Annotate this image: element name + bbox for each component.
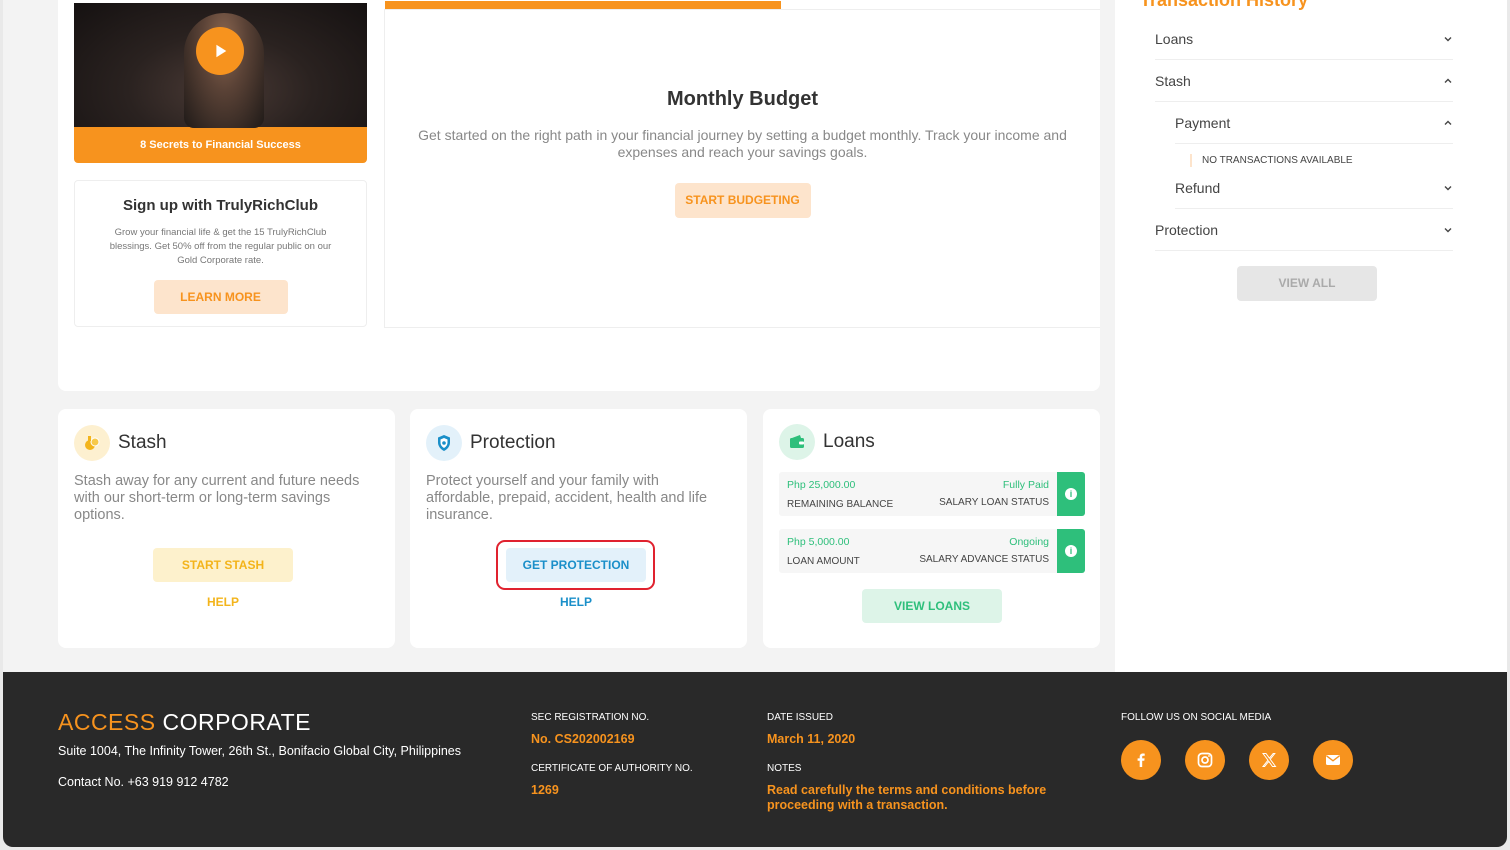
- social-label: FOLLOW US ON SOCIAL MEDIA: [1121, 712, 1272, 723]
- coa-value: 1269: [531, 783, 559, 797]
- accordion-payment[interactable]: Payment: [1175, 102, 1453, 144]
- logo-corporate: CORPORATE: [162, 709, 311, 735]
- logo-access: ACCESS: [58, 709, 156, 735]
- footer-address: Suite 1004, The Infinity Tower, 26th St.…: [58, 744, 462, 758]
- stash-card: Stash Stash away for any current and fut…: [58, 409, 395, 648]
- sec-label: SEC REGISTRATION NO.: [531, 712, 650, 723]
- x-icon[interactable]: [1249, 740, 1289, 780]
- view-all-button[interactable]: VIEW ALL: [1237, 266, 1377, 301]
- protection-title: Protection: [470, 432, 556, 453]
- accordion-label: Stash: [1155, 72, 1191, 89]
- notes-label: NOTES: [767, 763, 802, 774]
- email-icon[interactable]: [1313, 740, 1353, 780]
- signup-description: Grow your financial life & get the 15 Tr…: [109, 227, 332, 266]
- view-loans-button[interactable]: VIEW LOANS: [862, 589, 1002, 623]
- budget-description: Get started on the right path in your fi…: [418, 127, 1067, 160]
- monthly-budget-card: Monthly Budget Get started on the right …: [384, 1, 1100, 328]
- chevron-down-icon: [1444, 227, 1452, 232]
- sec-value: No. CS202002169: [531, 732, 635, 746]
- loan-status: Fully Paid: [1002, 479, 1049, 491]
- loans-title: Loans: [823, 431, 875, 452]
- stash-help-link[interactable]: HELP: [153, 595, 293, 609]
- loans-card: Loans Php 25,000.00 REMAINING BALANCE Fu…: [763, 409, 1100, 648]
- page: 8 Secrets to Financial Success Sign up w…: [3, 0, 1507, 847]
- chevron-down-icon: [1444, 36, 1452, 41]
- loan-status-label: SALARY ADVANCE STATUS: [919, 554, 1049, 565]
- transaction-history-panel: Transaction History Loans Stash Payment …: [1115, 0, 1507, 672]
- budget-progress-bar: [385, 1, 781, 9]
- loan-amount: Php 5,000.00: [787, 536, 850, 548]
- accordion-label: Loans: [1155, 30, 1194, 47]
- loan-amount: Php 25,000.00: [787, 479, 856, 491]
- stash-description: Stash away for any current and future ne…: [74, 473, 360, 523]
- chevron-up-icon: [1444, 78, 1452, 83]
- play-icon[interactable]: [196, 27, 244, 75]
- highlight-box: [496, 540, 655, 590]
- budget-title: Monthly Budget: [666, 88, 819, 110]
- stash-icon: [74, 425, 110, 461]
- protection-card: Protection Protect yourself and your fam…: [410, 409, 747, 648]
- footer: ACCESS CORPORATE Suite 1004, The Infinit…: [3, 672, 1507, 847]
- loan-amount-label: LOAN AMOUNT: [787, 556, 860, 567]
- shield-icon: [426, 425, 462, 461]
- loan-status-label: SALARY LOAN STATUS: [939, 497, 1049, 508]
- no-transactions-text: NO TRANSACTIONS AVAILABLE: [1190, 154, 1353, 167]
- protection-description: Protect yourself and your family with af…: [426, 473, 708, 523]
- instagram-icon[interactable]: [1185, 740, 1225, 780]
- accordion-protection[interactable]: Protection: [1155, 209, 1453, 251]
- loan-status: Ongoing: [1009, 536, 1049, 548]
- video-thumbnail[interactable]: 8 Secrets to Financial Success: [74, 3, 367, 163]
- chevron-down-icon: [1444, 185, 1452, 190]
- learn-more-button[interactable]: LEARN MORE: [153, 280, 288, 314]
- facebook-icon[interactable]: [1121, 740, 1161, 780]
- loan-row: Php 5,000.00 LOAN AMOUNT Ongoing SALARY …: [779, 529, 1085, 573]
- notes-value: Read carefully the terms and conditions …: [767, 783, 1047, 812]
- info-icon[interactable]: i: [1057, 472, 1085, 516]
- footer-contact: Contact No. +63 919 912 4782: [58, 775, 229, 789]
- info-icon[interactable]: i: [1057, 529, 1085, 573]
- chevron-up-icon: [1444, 120, 1452, 125]
- accordion-label: Protection: [1155, 221, 1219, 238]
- accordion-stash[interactable]: Stash: [1155, 60, 1453, 102]
- accordion-loans[interactable]: Loans: [1155, 18, 1453, 60]
- loan-row: Php 25,000.00 REMAINING BALANCE Fully Pa…: [779, 472, 1085, 516]
- access-corporate-logo: ACCESS CORPORATE: [58, 709, 311, 736]
- signup-card: Sign up with TrulyRichClub Grow your fin…: [74, 180, 367, 327]
- start-budgeting-button[interactable]: START BUDGETING: [674, 183, 811, 218]
- signup-title: Sign up with TrulyRichClub: [123, 197, 318, 214]
- date-label: DATE ISSUED: [767, 712, 833, 723]
- start-stash-button[interactable]: START STASH: [153, 548, 293, 582]
- video-caption: 8 Secrets to Financial Success: [140, 139, 301, 151]
- stash-title: Stash: [118, 432, 167, 453]
- dashboard-top-card: 8 Secrets to Financial Success Sign up w…: [58, 0, 1100, 391]
- accordion-refund[interactable]: Refund: [1175, 167, 1453, 209]
- protection-help-link[interactable]: HELP: [506, 595, 646, 609]
- coa-label: CERTIFICATE OF AUTHORITY NO.: [531, 763, 693, 774]
- loan-amount-label: REMAINING BALANCE: [787, 499, 894, 510]
- transaction-history-title: Transaction History: [1140, 0, 1309, 10]
- date-value: March 11, 2020: [767, 732, 856, 746]
- wallet-icon: [779, 424, 815, 460]
- accordion-label: Payment: [1175, 114, 1231, 131]
- accordion-label: Refund: [1175, 179, 1221, 196]
